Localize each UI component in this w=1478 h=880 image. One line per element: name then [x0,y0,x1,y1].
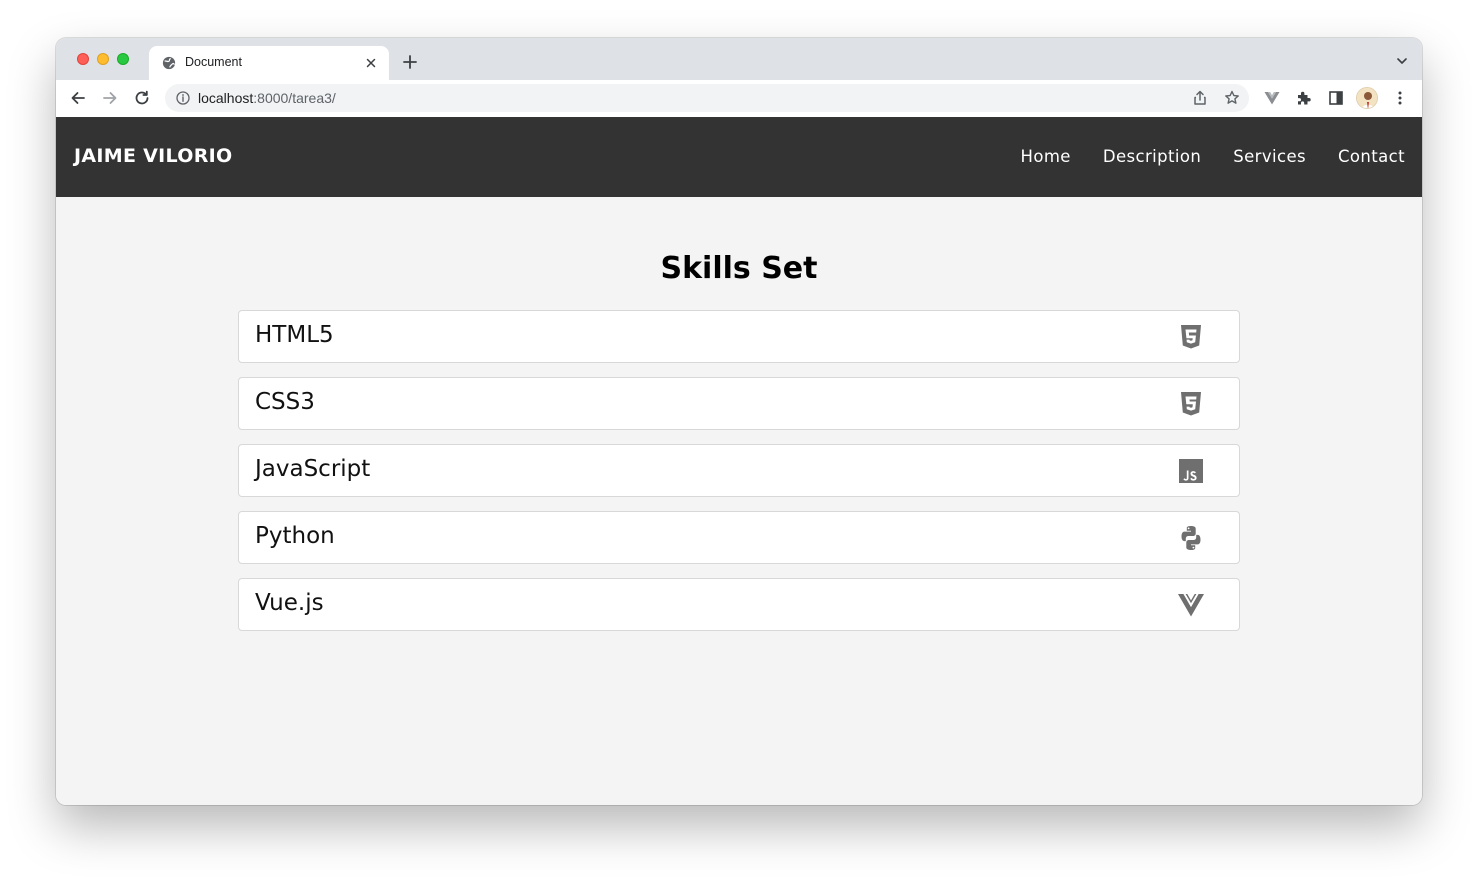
skill-name: HTML5 [255,322,334,348]
tab-search-chevron-icon[interactable] [1396,55,1408,67]
skill-item-python: Python [238,511,1240,564]
skill-item-javascript: JavaScript [238,444,1240,497]
kebab-menu-icon[interactable] [1391,89,1409,107]
forward-arrow-icon[interactable] [101,89,119,107]
profile-picture [1357,88,1377,108]
skill-name: JavaScript [255,456,371,482]
address-bar[interactable]: localhost:8000/tarea3/ [165,84,1249,112]
url-host: localhost [198,90,254,106]
tab-strip: Document [56,38,1422,80]
browser-toolbar: localhost:8000/tarea3/ [56,80,1422,118]
nav-link-description[interactable]: Description [1103,147,1201,166]
skill-item-html5: HTML5 [238,310,1240,363]
maximize-window-button[interactable] [117,53,129,65]
html5-icon [1181,325,1201,349]
side-panel-icon[interactable] [1327,89,1345,107]
reload-icon[interactable] [133,89,151,107]
page-title: Skills Set [660,251,818,286]
tab-title: Document [185,55,242,69]
javascript-icon [1179,459,1203,483]
skill-name: Vue.js [255,590,324,616]
skill-item-vuejs: Vue.js [238,578,1240,631]
css3-icon [1181,392,1201,416]
share-icon[interactable] [1191,89,1209,107]
site-brand[interactable]: JAIME VILORIO [74,145,232,167]
browser-window: Document localhost:8000/tarea3/ JAIME VI… [56,38,1422,805]
skill-item-css3: CSS3 [238,377,1240,430]
nav-link-contact[interactable]: Contact [1338,147,1405,166]
page-viewport: JAIME VILORIO Home Description Services … [56,117,1422,805]
python-icon [1181,526,1201,550]
skill-name: Python [255,523,335,549]
globe-icon [162,56,176,70]
minimize-window-button[interactable] [97,53,109,65]
browser-tab[interactable]: Document [149,46,389,80]
info-icon[interactable] [176,91,190,105]
vue-devtools-extension-icon[interactable] [1263,89,1281,107]
bookmark-star-icon[interactable] [1223,89,1241,107]
site-navbar: JAIME VILORIO Home Description Services … [56,117,1422,197]
url-text: localhost:8000/tarea3/ [198,90,336,106]
nav-link-home[interactable]: Home [1021,147,1071,166]
vuejs-icon [1178,594,1204,617]
skills-list: HTML5 CSS3 JavaScript Python Vue.js [238,310,1240,645]
close-tab-icon[interactable] [363,55,379,71]
url-path: :8000/tarea3/ [253,90,336,106]
close-window-button[interactable] [77,53,89,65]
back-arrow-icon[interactable] [69,89,87,107]
nav-link-services[interactable]: Services [1233,147,1306,166]
new-tab-icon[interactable] [401,53,419,71]
skill-name: CSS3 [255,389,315,415]
profile-avatar[interactable] [1356,87,1378,109]
extensions-puzzle-icon[interactable] [1295,89,1313,107]
nav-links: Home Description Services Contact [1021,147,1405,166]
